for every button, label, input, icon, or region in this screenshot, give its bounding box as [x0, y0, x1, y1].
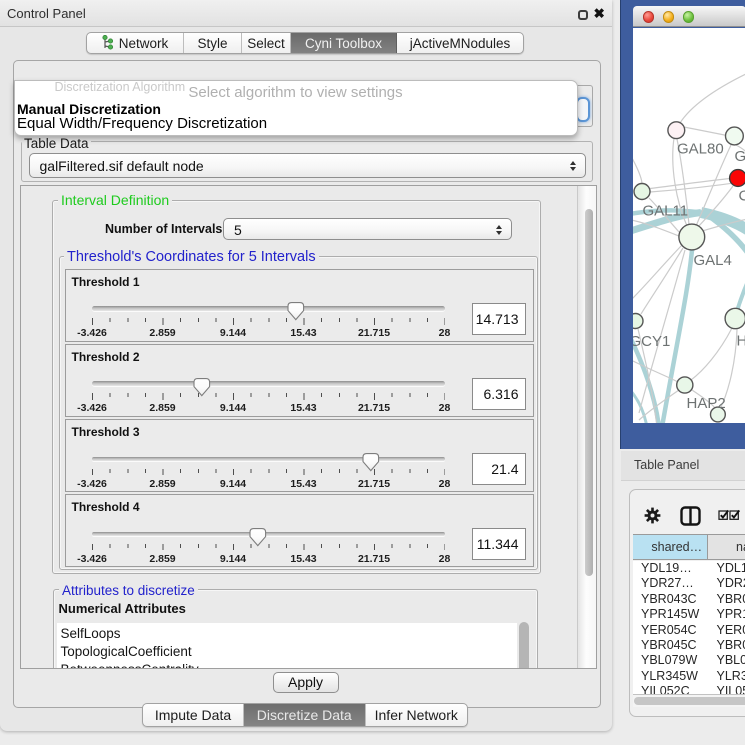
svg-text:HAP2: HAP2 — [687, 395, 726, 412]
svg-text:GCY1: GCY1 — [633, 333, 670, 350]
svg-text:HAP: HAP — [737, 332, 745, 349]
svg-text:GAL3: GAL3 — [735, 148, 745, 165]
svg-text:CRP1: CRP1 — [739, 187, 745, 204]
svg-text:GAL11: GAL11 — [643, 202, 689, 219]
svg-text:GAL80: GAL80 — [677, 140, 724, 157]
svg-text:GAL4: GAL4 — [694, 252, 732, 269]
